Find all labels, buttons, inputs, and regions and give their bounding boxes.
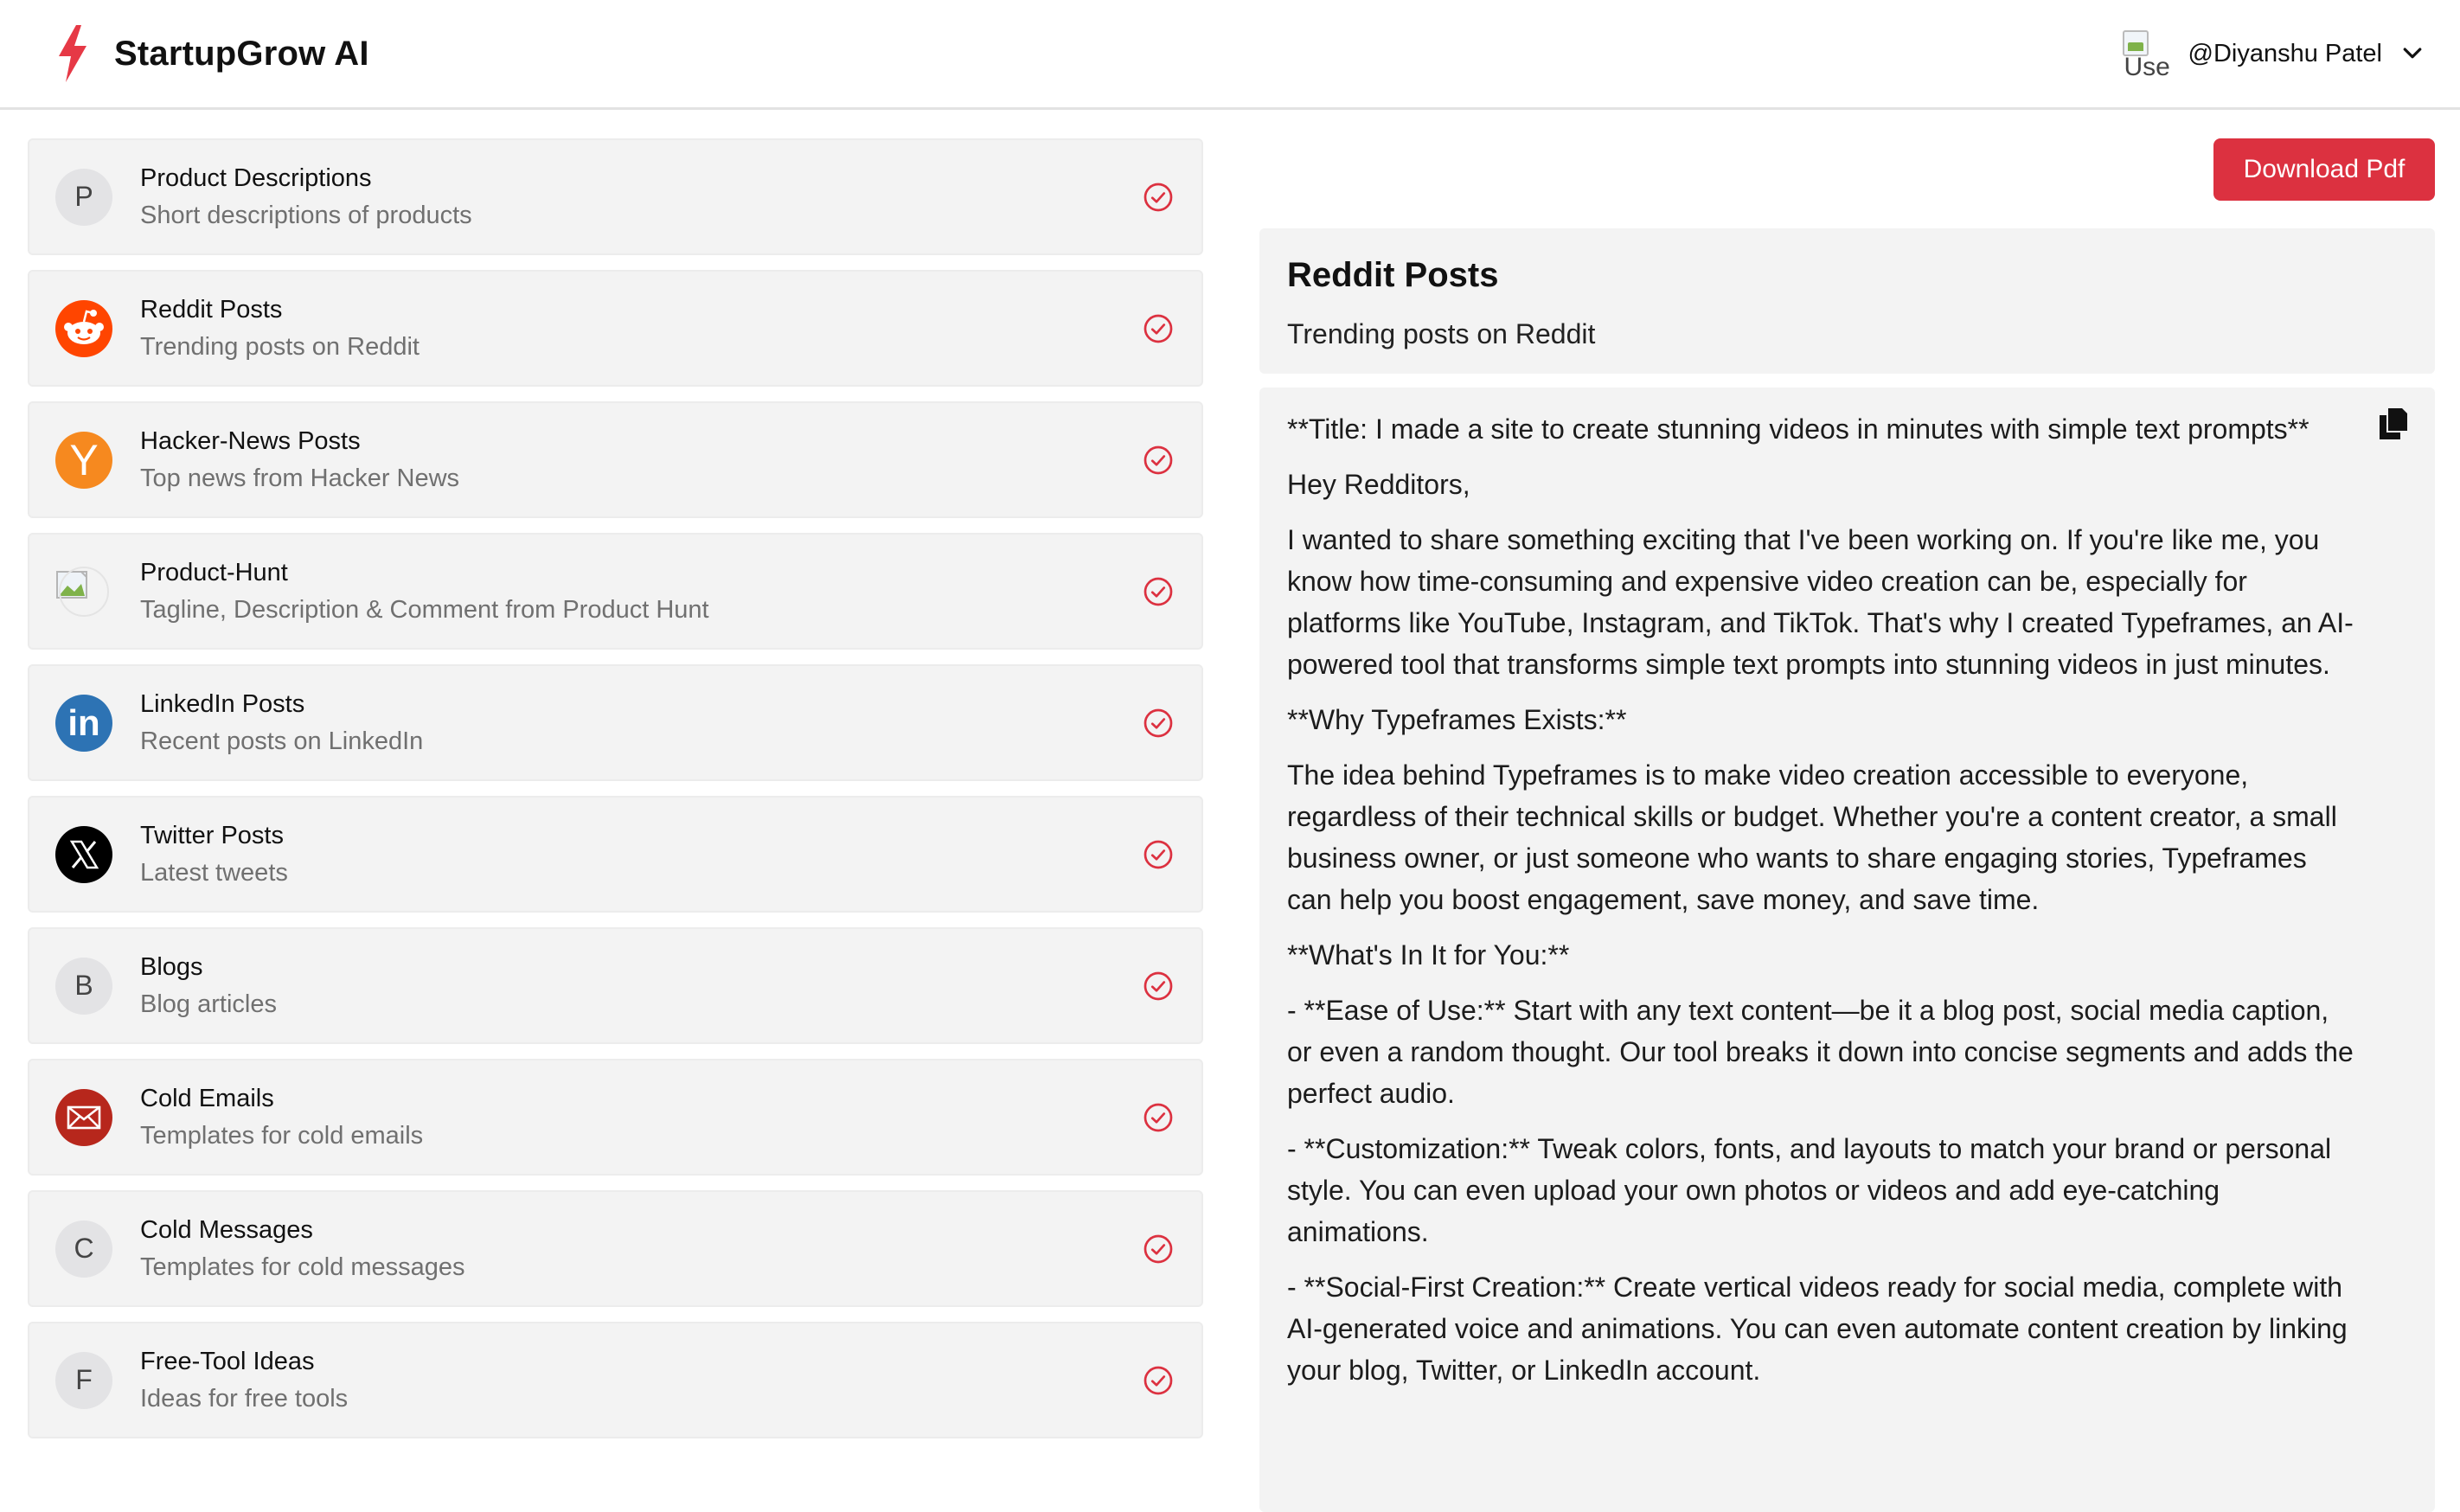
check-circle-icon xyxy=(1144,1103,1173,1131)
chevron-down-icon[interactable] xyxy=(2399,41,2425,67)
post-paragraph: - **Social-First Creation:** Create vert… xyxy=(1287,1272,2348,1386)
post-paragraph: - **Ease of Use:** Start with any text c… xyxy=(1287,995,2354,1109)
check-circle-icon xyxy=(1144,840,1173,868)
item-subtitle: Tagline, Description & Comment from Prod… xyxy=(140,596,709,624)
item-title: Reddit Posts xyxy=(140,296,283,324)
letter-f-icon: F xyxy=(55,1351,112,1409)
section-subtitle: Trending posts on Reddit xyxy=(1287,318,1596,349)
item-title: Product-Hunt xyxy=(140,559,288,586)
post-paragraph: **What's In It for You:** xyxy=(1287,939,1570,971)
mail-icon xyxy=(55,1088,112,1146)
item-title: LinkedIn Posts xyxy=(140,690,305,718)
list-item-free-tool-ideas[interactable]: F Free-Tool Ideas Ideas for free tools xyxy=(28,1322,1203,1438)
item-subtitle: Templates for cold emails xyxy=(140,1122,424,1150)
check-circle-icon xyxy=(1144,971,1173,1000)
linkedin-icon: in xyxy=(55,694,112,752)
item-subtitle: Top news from Hacker News xyxy=(140,464,460,492)
post-paragraph: **Title: I made a site to create stunnin… xyxy=(1287,413,2309,445)
copy-icon[interactable] xyxy=(2380,408,2407,439)
hacker-news-icon: Y xyxy=(55,431,112,489)
item-subtitle: Trending posts on Reddit xyxy=(140,333,420,361)
post-paragraph: Hey Redditors, xyxy=(1287,469,1470,500)
list-item-linkedin-posts[interactable]: in LinkedIn Posts Recent posts on Linked… xyxy=(28,664,1203,781)
item-title: Twitter Posts xyxy=(140,822,284,849)
avatar-alt-text: Use xyxy=(2124,53,2170,80)
list-item-cold-emails[interactable]: Cold Emails Templates for cold emails xyxy=(28,1059,1203,1176)
check-circle-icon xyxy=(1144,314,1173,343)
list-item-product-descriptions[interactable]: P Product Descriptions Short description… xyxy=(28,138,1203,255)
item-subtitle: Ideas for free tools xyxy=(140,1385,349,1413)
check-circle-icon xyxy=(1144,577,1173,605)
post-paragraph: I wanted to share something exciting tha… xyxy=(1287,524,2354,680)
avatar[interactable]: Use xyxy=(2121,29,2171,79)
lightning-bolt-icon xyxy=(59,25,86,82)
broken-image-icon xyxy=(55,563,112,620)
check-circle-icon xyxy=(1144,445,1173,474)
brand[interactable]: StartupGrow AI xyxy=(54,25,369,82)
item-title: Product Descriptions xyxy=(140,164,372,192)
generated-post-content: **Title: I made a site to create stunnin… xyxy=(1259,388,2435,1512)
list-item-twitter-posts[interactable]: Twitter Posts Latest tweets xyxy=(28,796,1203,913)
content-type-list: P Product Descriptions Short description… xyxy=(28,138,1203,1453)
x-logo-icon xyxy=(55,825,112,883)
download-pdf-button[interactable]: Download Pdf xyxy=(2213,138,2435,201)
check-circle-icon xyxy=(1144,183,1173,211)
list-item-cold-messages[interactable]: C Cold Messages Templates for cold messa… xyxy=(28,1190,1203,1307)
item-title: Free-Tool Ideas xyxy=(140,1348,315,1375)
list-item-hacker-news-posts[interactable]: Y Hacker-News Posts Top news from Hacker… xyxy=(28,401,1203,518)
item-title: Cold Messages xyxy=(140,1216,313,1244)
check-circle-icon xyxy=(1144,708,1173,737)
check-circle-icon xyxy=(1144,1366,1173,1394)
list-item-reddit-posts[interactable]: Reddit Posts Trending posts on Reddit xyxy=(28,270,1203,387)
item-title: Hacker-News Posts xyxy=(140,427,361,455)
check-circle-icon xyxy=(1144,1234,1173,1263)
item-subtitle: Blog articles xyxy=(140,990,277,1018)
reddit-icon xyxy=(55,299,112,357)
letter-b-icon: B xyxy=(55,957,112,1015)
user-name: @Diyanshu Patel xyxy=(2188,39,2383,67)
user-menu[interactable]: Use @Diyanshu Patel xyxy=(2121,29,2426,79)
item-subtitle: Templates for cold messages xyxy=(140,1253,465,1281)
section-header: Reddit Posts Trending posts on Reddit xyxy=(1259,228,2435,374)
list-item-product-hunt[interactable]: Product-Hunt Tagline, Description & Comm… xyxy=(28,533,1203,650)
item-subtitle: Recent posts on LinkedIn xyxy=(140,727,424,755)
list-item-blogs[interactable]: B Blogs Blog articles xyxy=(28,927,1203,1044)
item-title: Blogs xyxy=(140,953,203,981)
post-paragraph: The idea behind Typeframes is to make vi… xyxy=(1287,759,2337,915)
item-subtitle: Latest tweets xyxy=(140,859,288,887)
item-subtitle: Short descriptions of products xyxy=(140,202,472,229)
section-title: Reddit Posts xyxy=(1287,256,1499,294)
letter-c-icon: C xyxy=(55,1220,112,1278)
item-title: Cold Emails xyxy=(140,1085,274,1112)
post-paragraph: - **Customization:** Tweak colors, fonts… xyxy=(1287,1133,2332,1247)
top-bar: StartupGrow AI Use @Diyanshu Patel xyxy=(0,0,2460,110)
brand-name: StartupGrow AI xyxy=(114,34,369,73)
letter-p-icon: P xyxy=(55,168,112,226)
post-paragraph: **Why Typeframes Exists:** xyxy=(1287,704,1627,735)
